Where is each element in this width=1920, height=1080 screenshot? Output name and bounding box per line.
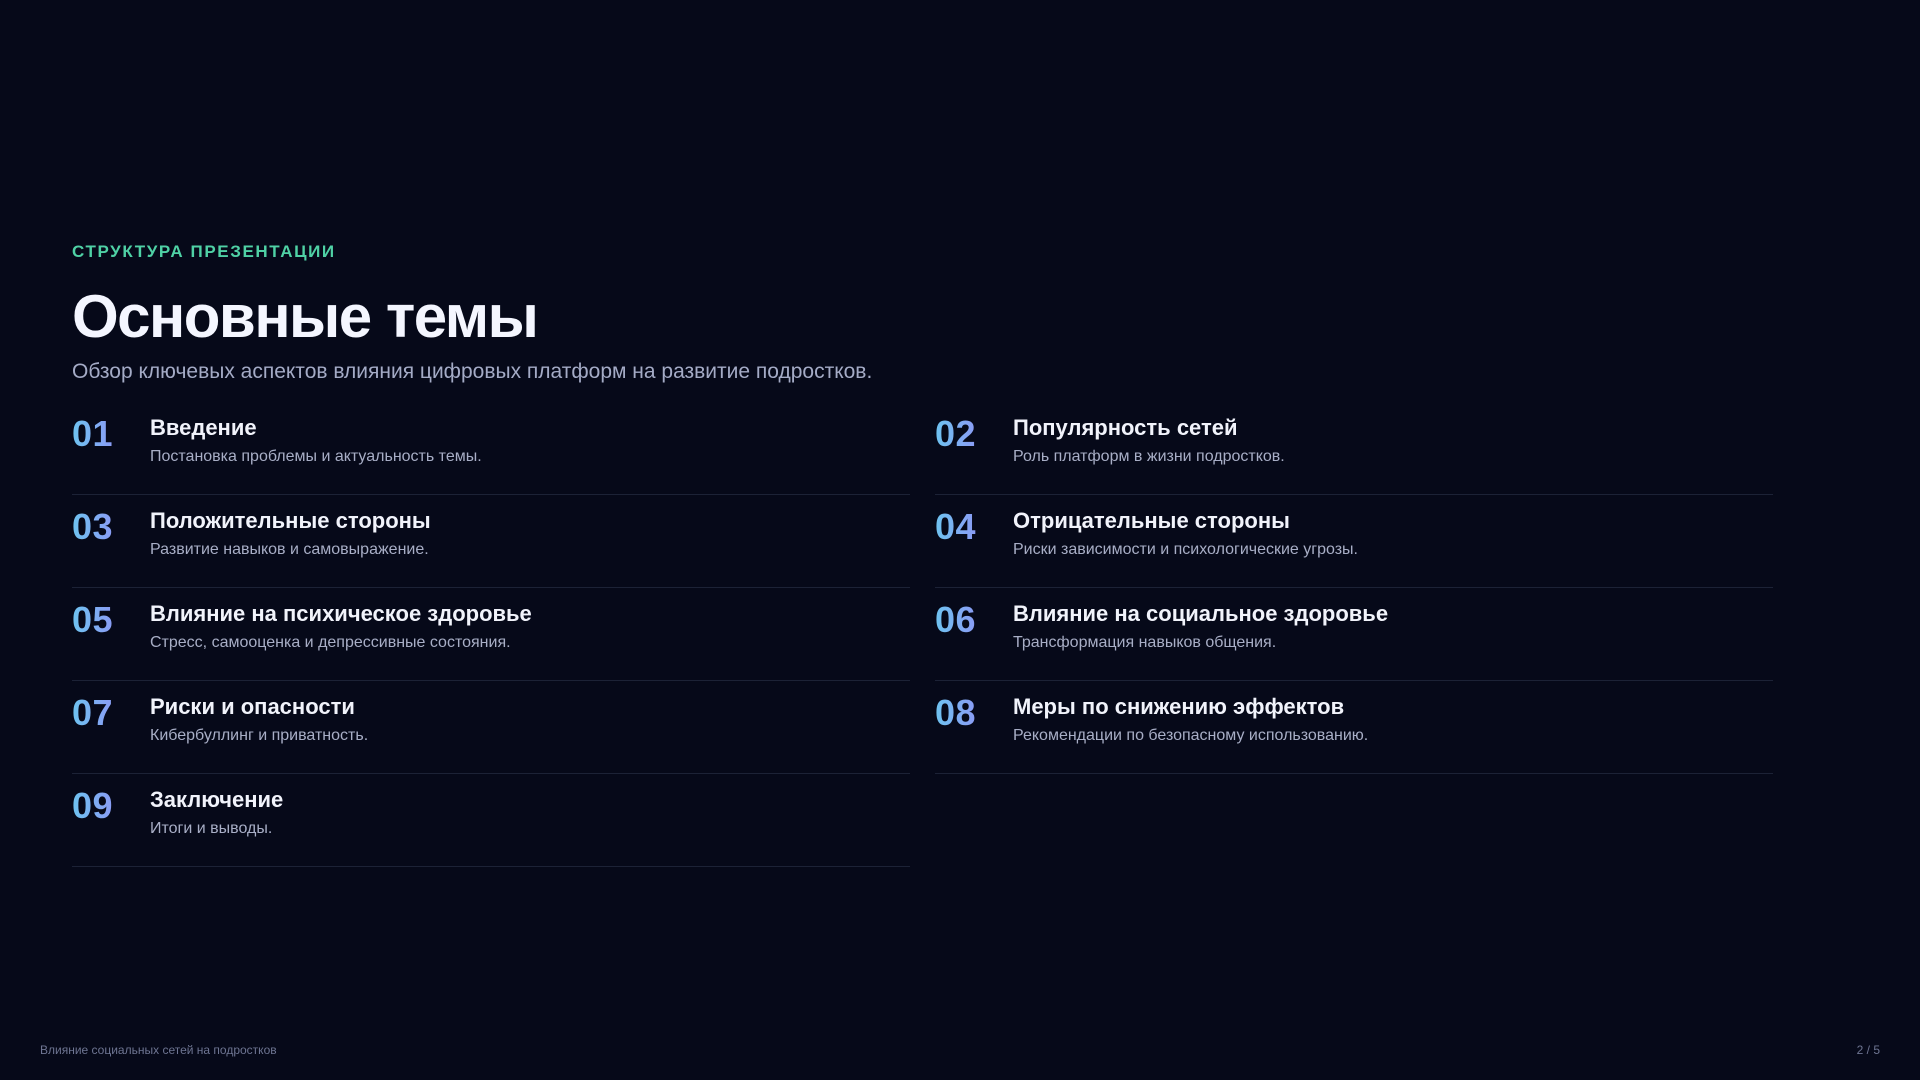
topic-description: Стресс, самооценка и депрессивные состоя… (150, 634, 511, 651)
slide: СТРУКТУРА ПРЕЗЕНТАЦИИ Основные темы Обзо… (0, 0, 1920, 1080)
topic-number: 06 (935, 599, 977, 640)
topic-title: Меры по снижению эффектов (1013, 694, 1345, 719)
topic-number: 07 (72, 692, 114, 733)
topic-number: 02 (935, 413, 977, 454)
topic-item-08: 08 Меры по снижению эффектов Рекомендаци… (935, 681, 1773, 774)
topic-item-06: 06 Влияние на социальное здоровье Трансф… (935, 588, 1773, 681)
topic-item-02: 02 Популярность сетей Роль платформ в жи… (935, 402, 1773, 495)
topics-grid: 01 Введение Постановка проблемы и актуал… (72, 402, 1773, 867)
topic-description: Развитие навыков и самовыражение. (150, 541, 429, 558)
topic-description: Постановка проблемы и актуальность темы. (150, 448, 482, 465)
topic-title: Влияние на психическое здоровье (150, 601, 532, 626)
topic-title: Популярность сетей (1013, 415, 1238, 440)
topic-number: 04 (935, 506, 977, 547)
topic-number: 05 (72, 599, 114, 640)
section-eyebrow: СТРУКТУРА ПРЕЗЕНТАЦИИ (72, 242, 336, 261)
topic-description: Риски зависимости и психологические угро… (1013, 541, 1358, 558)
topic-description: Роль платформ в жизни подростков. (1013, 448, 1285, 465)
topic-item-04: 04 Отрицательные стороны Риски зависимос… (935, 495, 1773, 588)
topic-description: Кибербуллинг и приватность. (150, 727, 369, 744)
topic-item-01: 01 Введение Постановка проблемы и актуал… (72, 402, 910, 495)
slide-content: СТРУКТУРА ПРЕЗЕНТАЦИИ Основные темы Обзо… (72, 240, 1773, 867)
page-title: Основные темы (72, 283, 539, 350)
topic-item-09: 09 Заключение Итоги и выводы. (72, 774, 910, 867)
footer-page-indicator: 2 / 5 (1856, 1043, 1880, 1057)
topic-description: Трансформация навыков общения. (1013, 634, 1277, 651)
topic-description: Итоги и выводы. (150, 820, 273, 837)
topic-title: Влияние на социальное здоровье (1013, 601, 1389, 626)
topic-title: Положительные стороны (150, 508, 431, 533)
footer-presentation-title: Влияние социальных сетей на подростков (40, 1043, 277, 1057)
topic-number: 09 (72, 785, 114, 826)
topic-item-07: 07 Риски и опасности Кибербуллинг и прив… (72, 681, 910, 774)
topic-number: 01 (72, 413, 114, 454)
topic-title: Введение (150, 415, 257, 440)
topic-item-03: 03 Положительные стороны Развитие навыко… (72, 495, 910, 588)
page-subtitle: Обзор ключевых аспектов влияния цифровых… (72, 360, 873, 383)
topic-description: Рекомендации по безопасному использовани… (1013, 727, 1369, 744)
topic-title: Отрицательные стороны (1013, 508, 1290, 533)
topic-number: 03 (72, 506, 114, 547)
topic-title: Заключение (150, 787, 284, 812)
topic-number: 08 (935, 692, 977, 733)
topic-item-05: 05 Влияние на психическое здоровье Стрес… (72, 588, 910, 681)
topic-title: Риски и опасности (150, 694, 355, 719)
